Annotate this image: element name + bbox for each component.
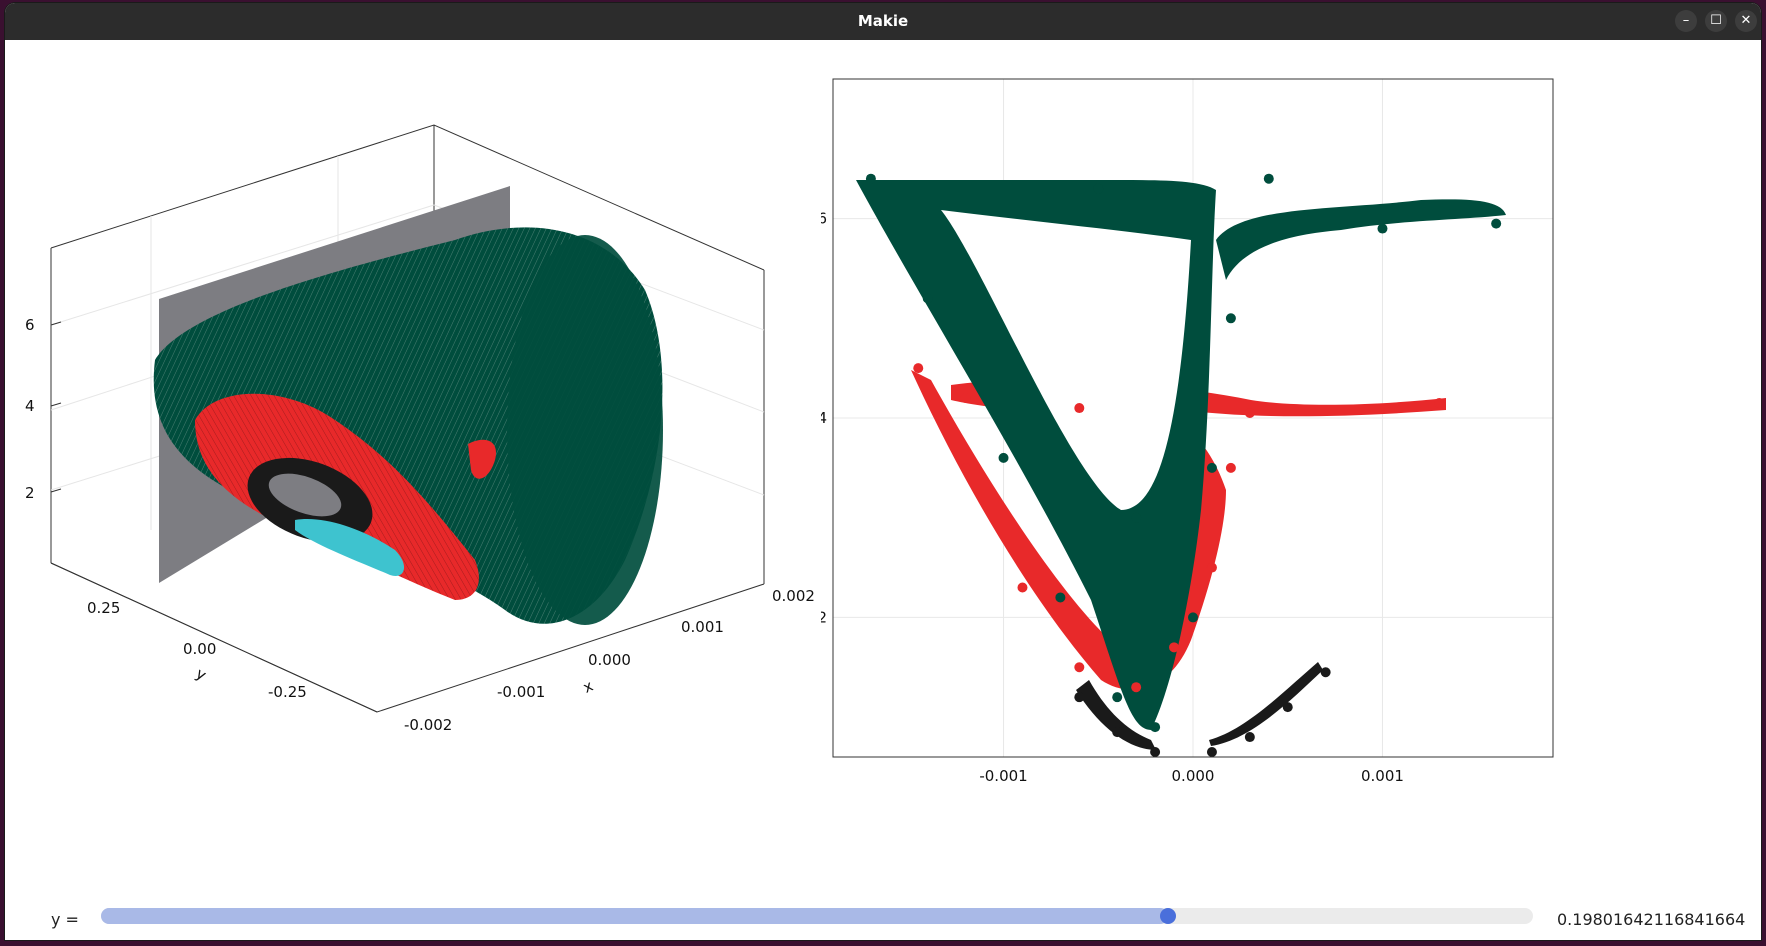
black-point <box>1282 702 1293 713</box>
z-tick-label: 6 <box>25 316 35 334</box>
green-band-fill <box>1216 199 1506 280</box>
y-axis-label: y <box>193 664 210 684</box>
red-point <box>1017 582 1028 593</box>
maximize-button[interactable]: ☐ <box>1705 10 1727 32</box>
y-tick-label: 4 <box>821 409 827 427</box>
green-point <box>1055 592 1066 603</box>
red-point <box>913 363 924 374</box>
green-point <box>865 173 876 184</box>
red-point <box>960 393 971 404</box>
red-point <box>1074 403 1085 414</box>
green-point <box>1206 462 1217 473</box>
y-tick-label: -0.25 <box>268 683 307 701</box>
y-tick-label: 0.00 <box>183 640 216 658</box>
green-point <box>1225 313 1236 324</box>
x-tick-label: 0.001 <box>1361 767 1404 785</box>
x-tick-label: 0.002 <box>772 587 815 605</box>
x-tick-label: 0.000 <box>1172 767 1215 785</box>
y-tick-label: 0.25 <box>87 599 120 617</box>
z-tick-label: 2 <box>25 484 35 502</box>
minimize-button[interactable]: – <box>1675 10 1697 32</box>
plot-3d[interactable]: 2 4 6 0.25 0.00 -0.25 y -0.002 -0.001 0.… <box>5 40 885 860</box>
slider-label: y = <box>51 910 79 929</box>
red-point <box>1244 408 1255 419</box>
x-tick-label: -0.002 <box>404 716 452 734</box>
x-tick-label: -0.001 <box>979 767 1027 785</box>
green-point <box>1263 173 1274 184</box>
black-point <box>1206 747 1217 758</box>
black-point <box>1074 692 1085 703</box>
green-point <box>1491 218 1502 229</box>
plot-2d[interactable]: -0.001 0.000 0.001 2 4 6 <box>821 40 1721 860</box>
green-point <box>1112 692 1123 703</box>
y-slider[interactable] <box>101 908 1533 924</box>
black-band-fill <box>1209 662 1323 746</box>
slider-handle[interactable] <box>1159 908 1176 924</box>
red-point <box>1206 562 1217 573</box>
slider-value: 0.19801642116841664 <box>1557 910 1746 929</box>
axis-box-front <box>50 562 378 713</box>
green-point <box>1377 223 1388 234</box>
red-point <box>1225 462 1236 473</box>
red-point <box>960 462 971 473</box>
y-tick-label: 6 <box>821 210 827 228</box>
black-point <box>1244 732 1255 743</box>
red-point <box>1074 662 1085 673</box>
z-tick-label: 4 <box>25 397 35 415</box>
black-point <box>1150 747 1161 758</box>
red-point <box>1169 642 1180 653</box>
figure-canvas: 2 4 6 0.25 0.00 -0.25 y -0.002 -0.001 0.… <box>5 40 1761 940</box>
green-point <box>1093 183 1104 194</box>
app-window: Makie – ☐ ✕ 2 4 6 0.25 0.00 -0.25 y -0.0… <box>5 3 1761 940</box>
x-tick-label: -0.001 <box>497 683 545 701</box>
green-point <box>922 293 933 304</box>
black-point <box>1112 727 1123 738</box>
green-point <box>1131 512 1142 523</box>
green-point <box>1150 722 1161 733</box>
close-button[interactable]: ✕ <box>1735 10 1757 32</box>
title-bar[interactable]: Makie – ☐ ✕ <box>5 3 1761 40</box>
red-point <box>1434 398 1445 409</box>
slider-fill <box>101 908 1168 924</box>
red-point <box>1131 682 1142 693</box>
x-tick-label: 0.001 <box>681 618 724 636</box>
y-tick-label: 2 <box>821 608 827 626</box>
window-title: Makie <box>857 12 909 30</box>
black-point <box>1320 667 1331 678</box>
x-tick-label: 0.000 <box>588 651 631 669</box>
green-point <box>998 452 1009 463</box>
x-axis-label: x <box>580 677 596 697</box>
y-axis: 0.25 0.00 -0.25 y <box>87 599 307 701</box>
green-point <box>1188 612 1198 623</box>
